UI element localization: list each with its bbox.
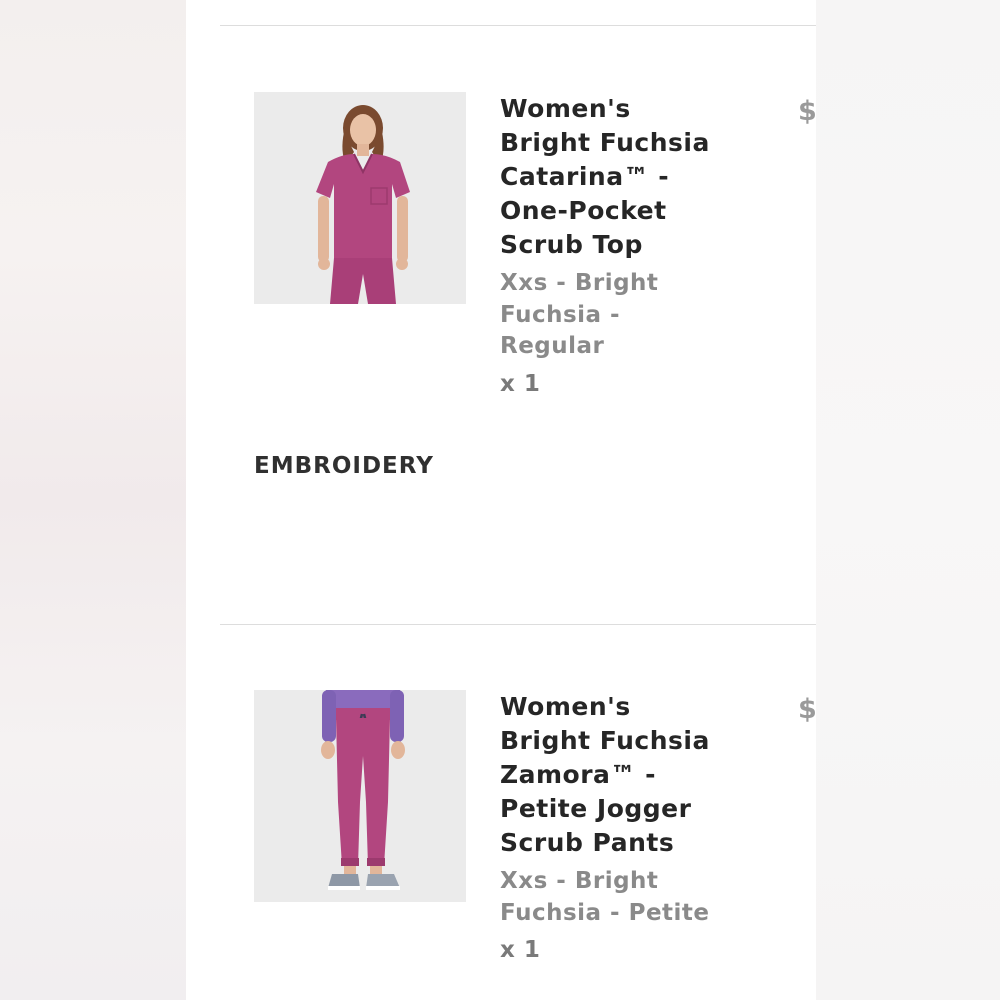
divider-top [220,25,816,26]
product-price: $ [798,96,816,127]
product-price: $ [798,694,816,725]
background-blur-left [0,0,186,1000]
divider-middle [220,624,816,625]
cart-screen: Women's Bright Fuchsia Catarina™ - One-P… [186,0,816,1000]
product-title[interactable]: Women's Bright Fuchsia Zamora™ - Petite … [500,690,730,860]
product-variant: Xxs - Bright Fuchsia - Petite [500,868,710,926]
scrub-top-photo-icon [254,92,466,304]
product-quantity: x 1 [500,371,541,397]
jogger-pants-photo-icon [254,690,466,902]
product-image-scrub-top[interactable] [254,92,466,304]
product-image-jogger-pants[interactable] [254,690,466,902]
embroidery-label: EMBROIDERY [254,453,434,479]
product-title[interactable]: Women's Bright Fuchsia Catarina™ - One-P… [500,92,730,262]
product-variant: Xxs - Bright Fuchsia - Regular [500,270,659,359]
product-quantity: x 1 [500,937,541,963]
background-blur-right [816,0,1000,1000]
